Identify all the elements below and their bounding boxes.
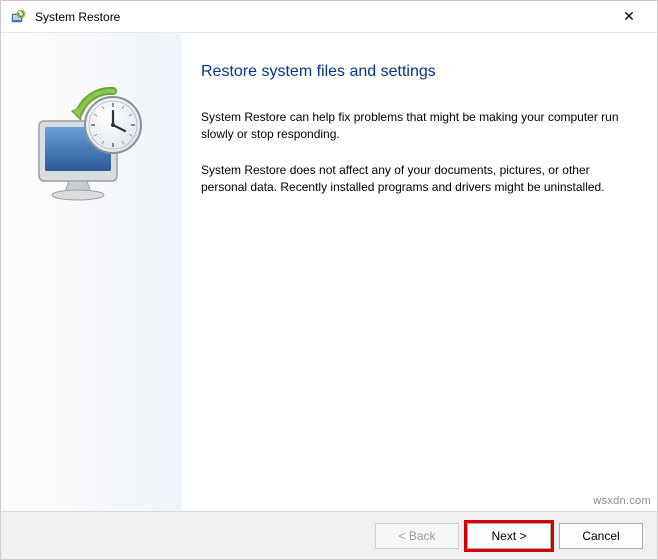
page-heading: Restore system files and settings xyxy=(201,63,627,81)
cancel-button[interactable]: Cancel xyxy=(559,523,643,549)
system-restore-icon xyxy=(9,8,27,26)
watermark-text: wsxdn.com xyxy=(593,495,651,507)
close-icon: ✕ xyxy=(623,8,635,25)
titlebar: System Restore ✕ xyxy=(1,1,657,33)
system-restore-window: System Restore ✕ xyxy=(0,0,658,560)
description-paragraph-1: System Restore can help fix problems tha… xyxy=(201,109,621,144)
next-button[interactable]: Next > xyxy=(467,523,551,549)
system-restore-graphic xyxy=(21,83,161,226)
wizard-footer: < Back Next > Cancel xyxy=(1,511,657,559)
wizard-sidebar xyxy=(1,33,181,511)
window-title: System Restore xyxy=(35,10,609,24)
back-button: < Back xyxy=(375,523,459,549)
description-paragraph-2: System Restore does not affect any of yo… xyxy=(201,162,621,197)
content-area: Restore system files and settings System… xyxy=(1,33,657,511)
wizard-main: Restore system files and settings System… xyxy=(181,33,657,511)
close-button[interactable]: ✕ xyxy=(609,2,649,32)
